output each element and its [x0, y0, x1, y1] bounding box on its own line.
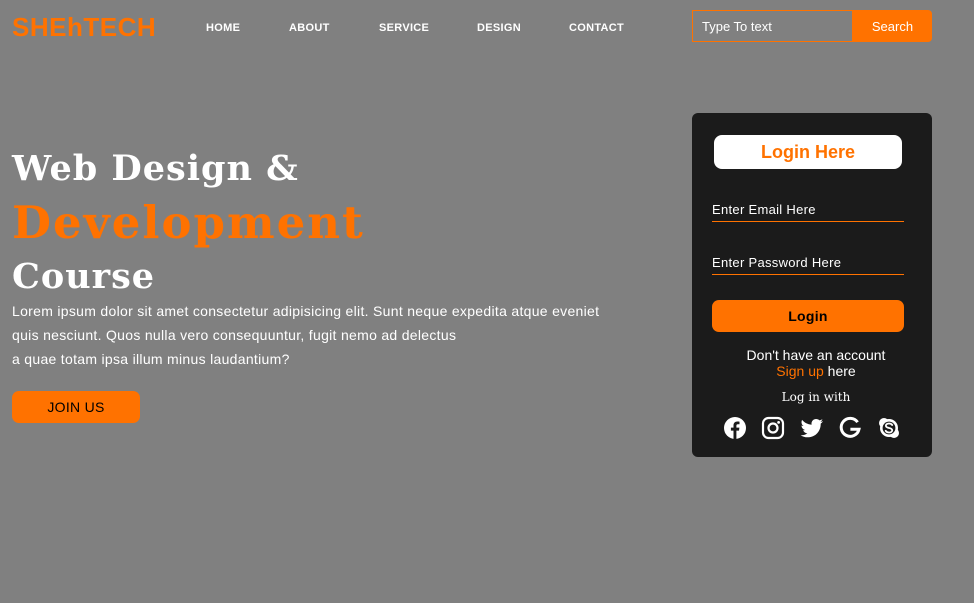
hero-paragraph-line: a quae totam ipsa illum minus laudantium…: [12, 351, 290, 367]
hero-paragraph-line: Lorem ipsum dolor sit amet consectetur a…: [12, 303, 600, 319]
facebook-icon[interactable]: [723, 416, 747, 440]
nav-link-contact[interactable]: CONTACT: [569, 20, 624, 36]
hero-title-line-2: Development: [12, 196, 365, 249]
nav-link-design[interactable]: DESIGN: [477, 20, 521, 36]
join-us-button[interactable]: JOIN US: [12, 391, 140, 423]
hero-title-line-3: Course: [12, 256, 156, 297]
instagram-icon[interactable]: [761, 416, 785, 440]
signup-prompt: Don't have an account Sign up here: [692, 347, 932, 379]
skype-icon[interactable]: [877, 416, 901, 440]
hero-paragraph-line: quis nesciunt. Quos nulla vero consequun…: [12, 327, 457, 343]
site-logo: SHEhTECH: [12, 12, 157, 42]
signup-suffix: here: [827, 363, 856, 379]
hero-paragraph: Lorem ipsum dolor sit amet consectetur a…: [12, 299, 642, 371]
login-title: Login Here: [714, 135, 902, 169]
nav-link-home[interactable]: HOME: [206, 20, 240, 36]
search-bar: Search: [692, 10, 932, 42]
login-with-label: Log in with: [781, 390, 851, 404]
no-account-text: Don't have an account: [746, 347, 886, 363]
google-icon[interactable]: [838, 416, 862, 440]
login-button[interactable]: Login: [712, 300, 904, 332]
nav-link-service[interactable]: SERVICE: [379, 20, 429, 36]
search-button[interactable]: Search: [853, 10, 932, 42]
password-field[interactable]: [712, 251, 904, 275]
search-input[interactable]: [692, 10, 853, 42]
email-field[interactable]: [712, 198, 904, 222]
hero-title-line-1: Web Design &: [12, 148, 299, 189]
nav-link-about[interactable]: ABOUT: [289, 20, 330, 36]
twitter-icon[interactable]: [800, 416, 824, 440]
login-card: Login Here Login Don't have an account S…: [692, 113, 932, 457]
signup-link[interactable]: Sign up: [776, 363, 823, 379]
